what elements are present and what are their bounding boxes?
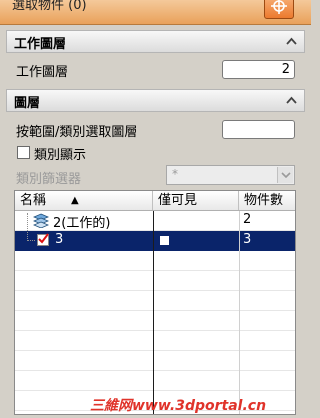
visible-only-checkbox[interactable] [160,236,169,245]
chevron-up-icon [286,96,297,104]
work-layer-input[interactable]: 2 [222,60,295,79]
dropdown-arrow-button[interactable] [277,167,293,183]
layer-table[interactable]: 名稱 ▲ 僅可見 物件數 2(工作的) 2 3 3 [14,190,296,415]
select-object-bar: 選取物件 (0) [0,0,311,25]
category-filter-label: 類別篩選器 [16,172,82,187]
select-layer-by-range-label: 按範圍/類別選取圖層 [16,125,138,140]
sort-ascending-icon: ▲ [71,195,79,206]
column-header-visible-only[interactable]: 僅可見 [153,191,239,210]
collapse-work-layer-button[interactable] [283,33,300,50]
table-row-empty [15,291,295,311]
column-header-name[interactable]: 名稱 ▲ [15,191,153,210]
layer-object-count: 3 [243,232,252,247]
category-filter-dropdown[interactable]: * [166,165,295,185]
show-category-checkbox[interactable] [17,146,30,159]
tree-connector [27,240,35,241]
layer-name: 2(工作的) [53,216,111,231]
layer-name: 3 [55,232,64,247]
work-layer-section-title: 工作圖層 [14,37,67,52]
table-row[interactable]: 2(工作的) 2 [15,211,295,231]
table-row-empty [15,251,295,271]
collapse-layer-button[interactable] [283,92,300,109]
table-row-selected[interactable]: 3 3 [15,231,295,251]
layer-object-count: 2 [243,212,252,227]
work-layer-label: 工作圖層 [16,65,69,80]
layer-section-header[interactable]: 圖層 [6,89,305,112]
work-layer-section-header[interactable]: 工作圖層 [6,30,305,53]
column-header-name-label: 名稱 [20,193,47,208]
table-row-empty [15,371,295,391]
checkmark-icon [38,233,49,244]
show-category-label: 類別顯示 [34,148,87,163]
column-header-object-count[interactable]: 物件數 [239,191,295,210]
select-object-button[interactable] [264,0,294,19]
table-row-empty [15,351,295,371]
select-object-label: 選取物件 (0) [12,0,87,13]
work-layer-icon [32,213,50,232]
select-layer-by-range-input[interactable] [222,120,295,139]
table-header: 名稱 ▲ 僅可見 物件數 [15,191,295,211]
category-filter-value: * [172,167,178,181]
tree-connector [27,213,28,241]
table-row-empty [15,311,295,331]
chevron-down-icon [281,172,291,178]
column-divider [153,211,154,414]
table-row-empty [15,271,295,291]
crosshair-icon [271,0,287,14]
layer-section-title: 圖層 [14,96,41,111]
layer-visibility-checkbox[interactable] [37,233,49,246]
watermark-text: 三維网www.3dportal.cn [90,398,267,414]
column-divider [239,211,240,414]
chevron-up-icon [286,37,297,45]
table-row-empty [15,331,295,351]
